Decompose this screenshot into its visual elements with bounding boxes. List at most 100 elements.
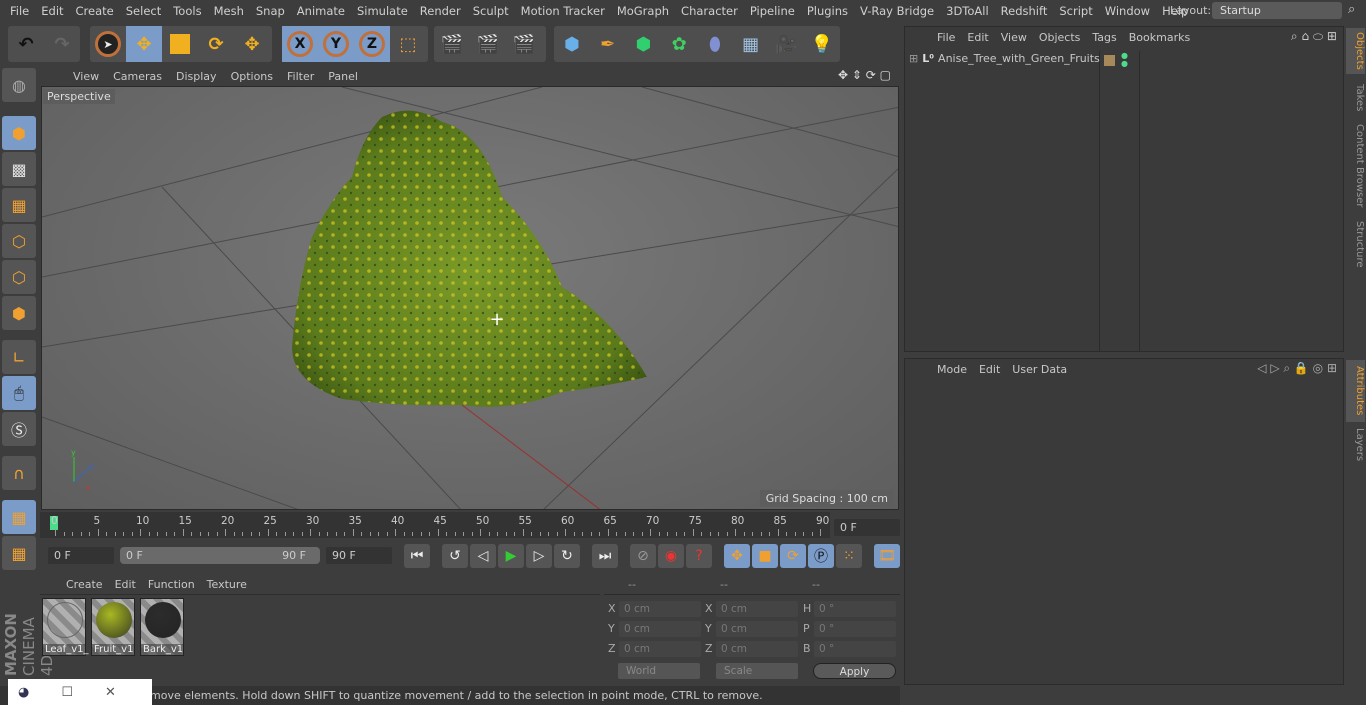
- menu-render[interactable]: Render: [420, 4, 461, 18]
- points-mode-icon[interactable]: ⬡: [2, 224, 36, 258]
- end-frame-field[interactable]: 90 F: [326, 547, 392, 564]
- texture-mode-icon[interactable]: ▩: [2, 152, 36, 186]
- attributes-menu-edit[interactable]: Edit: [979, 363, 1000, 376]
- select-icon[interactable]: ➤: [90, 26, 126, 62]
- material-menu-create[interactable]: Create: [66, 578, 103, 591]
- go-to-end-icon[interactable]: ⏭: [592, 544, 618, 568]
- x-axis-lock[interactable]: X: [282, 26, 318, 62]
- coord-field[interactable]: 0 cm: [619, 621, 701, 637]
- material-swatch[interactable]: Leaf_v1_: [42, 598, 88, 656]
- coord-field[interactable]: 0 cm: [619, 601, 701, 617]
- pen-icon[interactable]: ✒: [590, 26, 626, 62]
- material-swatch[interactable]: Fruit_v1: [91, 598, 135, 656]
- menu-window[interactable]: Window: [1105, 4, 1150, 18]
- play-icon[interactable]: ▶: [498, 544, 524, 568]
- menu-tools[interactable]: Tools: [173, 4, 201, 18]
- next-frame-icon[interactable]: ▷: [526, 544, 552, 568]
- rotate-icon[interactable]: ⟳: [198, 26, 234, 62]
- y-axis-lock[interactable]: Y: [318, 26, 354, 62]
- visibility-dots[interactable]: ● ●: [1121, 52, 1128, 68]
- tab-structure[interactable]: Structure: [1346, 216, 1365, 272]
- viewport-menu-display[interactable]: Display: [176, 70, 217, 83]
- objects-menu-bookmarks[interactable]: Bookmarks: [1129, 31, 1190, 44]
- menu-file[interactable]: File: [10, 4, 29, 18]
- next-key-icon[interactable]: ↻: [554, 544, 580, 568]
- menu-animate[interactable]: Animate: [297, 4, 345, 18]
- keyframe-help-icon[interactable]: ?: [686, 544, 712, 568]
- cloner-icon[interactable]: ✿: [661, 26, 697, 62]
- coord-system-select[interactable]: World: [618, 663, 700, 679]
- key-rotate-icon[interactable]: ⟳: [780, 544, 806, 568]
- floor-icon[interactable]: ▦: [733, 26, 769, 62]
- menu-mograph[interactable]: MoGraph: [617, 4, 669, 18]
- lock-workplane-icon[interactable]: ▦: [2, 500, 36, 534]
- tab-content-browser[interactable]: Content Browser: [1346, 120, 1365, 212]
- coord-field[interactable]: 0 cm: [716, 601, 798, 617]
- menu-snap[interactable]: Snap: [256, 4, 285, 18]
- menu-edit[interactable]: Edit: [41, 4, 63, 18]
- close-icon[interactable]: ✕: [105, 685, 116, 700]
- coordinate-system-icon[interactable]: ⬚: [390, 26, 426, 62]
- scale-icon[interactable]: [162, 26, 198, 62]
- menu-sculpt[interactable]: Sculpt: [473, 4, 509, 18]
- tweak-mode-icon[interactable]: 🖱: [2, 376, 36, 410]
- material-menu-edit[interactable]: Edit: [115, 578, 136, 591]
- coord-field[interactable]: 0 °: [814, 601, 896, 617]
- undo-icon[interactable]: ↶: [8, 26, 44, 62]
- z-axis-lock[interactable]: Z: [354, 26, 390, 62]
- key-pla-icon[interactable]: ⁙: [836, 544, 862, 568]
- deformer-icon[interactable]: ⬮: [697, 26, 733, 62]
- render-view-icon[interactable]: 🎬: [434, 26, 470, 62]
- tab-takes[interactable]: Takes: [1346, 78, 1365, 118]
- polygons-mode-icon[interactable]: ⬢: [2, 296, 36, 330]
- render-settings-icon[interactable]: 🎬: [506, 26, 542, 62]
- menu-mesh[interactable]: Mesh: [214, 4, 244, 18]
- cinema4d-app-icon[interactable]: ◕: [18, 685, 29, 700]
- layout-select[interactable]: Startup: [1212, 2, 1342, 19]
- tab-layers[interactable]: Layers: [1346, 424, 1365, 464]
- viewport-menu-cameras[interactable]: Cameras: [113, 70, 162, 83]
- material-tag-icon[interactable]: [1104, 55, 1115, 66]
- menu-3dtoall[interactable]: 3DToAll: [946, 4, 989, 18]
- subdivision-icon[interactable]: ⬢: [626, 26, 662, 62]
- timeline-window-icon[interactable]: 🎞: [874, 544, 900, 568]
- redo-icon[interactable]: ↷: [44, 26, 80, 62]
- material-menu-function[interactable]: Function: [148, 578, 195, 591]
- coord-field[interactable]: 0 °: [814, 641, 896, 657]
- attributes-toolbar-icons[interactable]: ◁ ▷ ⌕ 🔒 ◎ ⊞: [1257, 361, 1337, 376]
- autokey-icon[interactable]: ◉: [658, 544, 684, 568]
- objects-menu-tags[interactable]: Tags: [1092, 31, 1116, 44]
- apply-button[interactable]: Apply: [813, 663, 896, 679]
- transform-icon[interactable]: ✥: [234, 26, 270, 62]
- menu-plugins[interactable]: Plugins: [807, 4, 848, 18]
- workplane-icon[interactable]: ▦: [2, 188, 36, 222]
- objects-menu-objects[interactable]: Objects: [1039, 31, 1081, 44]
- coord-field[interactable]: 0 cm: [716, 641, 798, 657]
- snap-icon[interactable]: Ⓢ: [2, 412, 36, 446]
- frame-range-slider[interactable]: 0 F 90 F: [120, 547, 320, 564]
- material-menu-texture[interactable]: Texture: [207, 578, 247, 591]
- prev-key-icon[interactable]: ↺: [442, 544, 468, 568]
- cube-icon[interactable]: ⬢: [554, 26, 590, 62]
- start-frame-field[interactable]: 0 F: [48, 547, 114, 564]
- render-picture-viewer-icon[interactable]: 🎬: [470, 26, 506, 62]
- menu-script[interactable]: Script: [1059, 4, 1092, 18]
- viewport[interactable]: + x y z Perspective Grid Spacing : 100 cm: [41, 86, 899, 510]
- viewport-menu-filter[interactable]: Filter: [287, 70, 314, 83]
- camera-icon[interactable]: 🎥: [769, 26, 805, 62]
- expand-icon[interactable]: ⊞: [909, 52, 918, 65]
- menu-create[interactable]: Create: [76, 4, 114, 18]
- tab-objects[interactable]: Objects: [1346, 28, 1365, 74]
- menu-select[interactable]: Select: [126, 4, 161, 18]
- prev-frame-icon[interactable]: ◁: [470, 544, 496, 568]
- objects-toolbar-icons[interactable]: ⌕ ⌂ ⬭ ⊞: [1291, 29, 1337, 44]
- key-scale-icon[interactable]: ■: [752, 544, 778, 568]
- key-move-icon[interactable]: ✥: [724, 544, 750, 568]
- viewport-nav-icons[interactable]: ✥ ⇕ ⟳ ▢: [838, 68, 891, 82]
- coord-field[interactable]: 0 cm: [619, 641, 701, 657]
- objects-menu-edit[interactable]: Edit: [967, 31, 988, 44]
- model-mode-icon[interactable]: ⬢: [2, 116, 36, 150]
- maximize-icon[interactable]: ☐: [61, 685, 73, 700]
- go-to-start-icon[interactable]: ⏮: [404, 544, 430, 568]
- material-swatch[interactable]: Bark_v1: [140, 598, 184, 656]
